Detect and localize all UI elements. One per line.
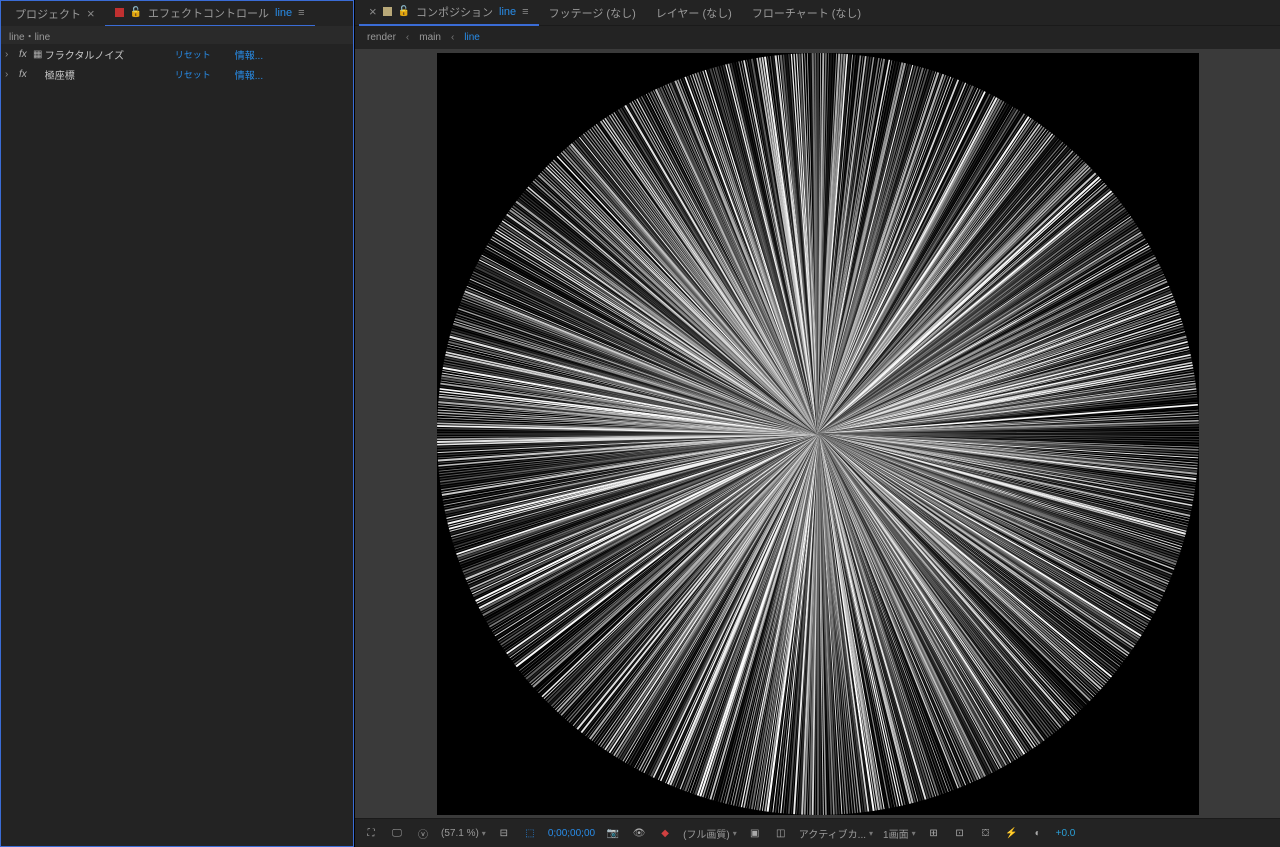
reset-link[interactable]: リセット — [175, 68, 235, 81]
grid-icon[interactable]: ⊡ — [952, 825, 968, 841]
lock-icon[interactable]: 🔓 — [130, 7, 142, 18]
tab-composition[interactable]: × 🔓 コンポジション line ≡ — [359, 0, 539, 26]
panel-menu-icon[interactable]: ≡ — [522, 6, 528, 18]
tab-link: line — [499, 6, 516, 18]
composition-panel: × 🔓 コンポジション line ≡ フッテージ (なし) レイヤー (なし) … — [354, 0, 1280, 847]
lock-icon[interactable]: 🔓 — [398, 6, 410, 17]
vr-icon[interactable]: ⓥ — [415, 825, 431, 841]
color-swatch-icon — [383, 7, 392, 16]
timecode[interactable]: 0;00;00;00 — [548, 828, 595, 839]
preset-icon[interactable]: ▦ — [31, 49, 45, 60]
tab-label: フッテージ (なし) — [549, 5, 636, 21]
tab-footage[interactable]: フッテージ (なし) — [539, 0, 646, 25]
tab-label: レイヤー (なし) — [656, 5, 732, 21]
camera-dropdown[interactable]: アクティブカ... ▾ — [799, 826, 873, 841]
pixel-aspect-icon[interactable]: ⛋ — [978, 825, 994, 841]
tab-label: プロジェクト — [15, 6, 81, 22]
effect-row[interactable]: › fx ▦ フラクタルノイズ リセット 情報... — [1, 44, 353, 64]
transparency-grid-icon[interactable]: ◫ — [773, 825, 789, 841]
layer-path-text: line・line — [9, 28, 50, 43]
layer-path: line・line — [1, 26, 353, 44]
chevron-down-icon: ▾ — [482, 829, 486, 838]
tab-label: フローチャート (なし) — [752, 5, 861, 21]
crumb-current[interactable]: line — [464, 32, 480, 43]
viewer-footer: ⛶ 🖵 ⓥ (57.1 %) ▾ ⊟ ⬚ 0;00;00;00 📷 👁 ◆ (フ… — [355, 818, 1280, 847]
zoom-dropdown[interactable]: (57.1 %) ▾ — [441, 828, 486, 839]
quality-value: (フル画質) — [683, 826, 730, 841]
chevron-left-icon: ‹ — [406, 32, 409, 43]
exposure-reset-icon[interactable]: ◐ — [1030, 825, 1046, 841]
info-link[interactable]: 情報... — [235, 47, 263, 62]
fx-badge-icon[interactable]: fx — [19, 49, 27, 60]
left-tab-row: プロジェクト × 🔓 エフェクトコントロール line ≡ — [1, 1, 353, 26]
effect-name: フラクタルノイズ — [45, 47, 175, 62]
resolution-icon[interactable]: ⊟ — [496, 825, 512, 841]
disclosure-icon[interactable]: › — [5, 69, 15, 80]
monitor-icon[interactable]: 🖵 — [389, 825, 405, 841]
right-tab-row: × 🔓 コンポジション line ≡ フッテージ (なし) レイヤー (なし) … — [355, 0, 1280, 26]
views-dropdown[interactable]: 1画面 ▾ — [883, 826, 916, 841]
disclosure-icon[interactable]: › — [5, 49, 15, 60]
tab-flowchart[interactable]: フローチャート (なし) — [742, 0, 871, 25]
effect-row[interactable]: › fx 極座標 リセット 情報... — [1, 64, 353, 84]
reset-link[interactable]: リセット — [175, 48, 235, 61]
tab-layer[interactable]: レイヤー (なし) — [646, 0, 742, 25]
crumb-item[interactable]: render — [367, 32, 396, 43]
fx-badge-icon[interactable]: fx — [19, 69, 27, 80]
show-snapshot-icon[interactable]: 👁 — [631, 825, 647, 841]
comp-breadcrumb: render ‹ main ‹ line — [355, 26, 1280, 49]
info-link[interactable]: 情報... — [235, 67, 263, 82]
close-icon[interactable]: × — [369, 4, 377, 19]
effect-name: 極座標 — [45, 67, 175, 82]
composition-canvas — [437, 53, 1199, 815]
radial-burst-preview — [437, 53, 1199, 815]
tab-label: コンポジション — [416, 4, 493, 20]
tab-label: エフェクトコントロール — [148, 5, 269, 21]
tab-link: line — [275, 7, 292, 19]
tab-effect-controls[interactable]: 🔓 エフェクトコントロール line ≡ — [105, 0, 315, 27]
guides-icon[interactable]: ⊞ — [926, 825, 942, 841]
channel-icon[interactable]: ◆ — [657, 825, 673, 841]
mask-icon[interactable]: ⬚ — [522, 825, 538, 841]
camera-value: アクティブカ... — [799, 826, 866, 841]
crumb-item[interactable]: main — [419, 32, 441, 43]
tab-project[interactable]: プロジェクト × — [5, 1, 105, 26]
magnify-icon[interactable]: ⛶ — [363, 825, 379, 841]
chevron-left-icon: ‹ — [451, 32, 454, 43]
zoom-value: (57.1 %) — [441, 828, 479, 839]
app-root: プロジェクト × 🔓 エフェクトコントロール line ≡ line・line … — [0, 0, 1280, 847]
color-swatch-icon — [115, 8, 124, 17]
effects-panel: プロジェクト × 🔓 エフェクトコントロール line ≡ line・line … — [0, 0, 354, 847]
quality-dropdown[interactable]: (フル画質) ▾ — [683, 826, 737, 841]
composition-viewer[interactable] — [355, 49, 1280, 818]
panel-menu-icon[interactable]: ≡ — [298, 7, 304, 19]
views-value: 1画面 — [883, 826, 909, 841]
fast-preview-icon[interactable]: ⚡ — [1004, 825, 1020, 841]
exposure-value[interactable]: +0.0 — [1056, 828, 1076, 839]
chevron-down-icon: ▾ — [869, 829, 873, 838]
close-icon[interactable]: × — [87, 6, 95, 21]
snapshot-icon[interactable]: 📷 — [605, 825, 621, 841]
chevron-down-icon: ▾ — [912, 829, 916, 838]
roi-icon[interactable]: ▣ — [747, 825, 763, 841]
chevron-down-icon: ▾ — [733, 829, 737, 838]
